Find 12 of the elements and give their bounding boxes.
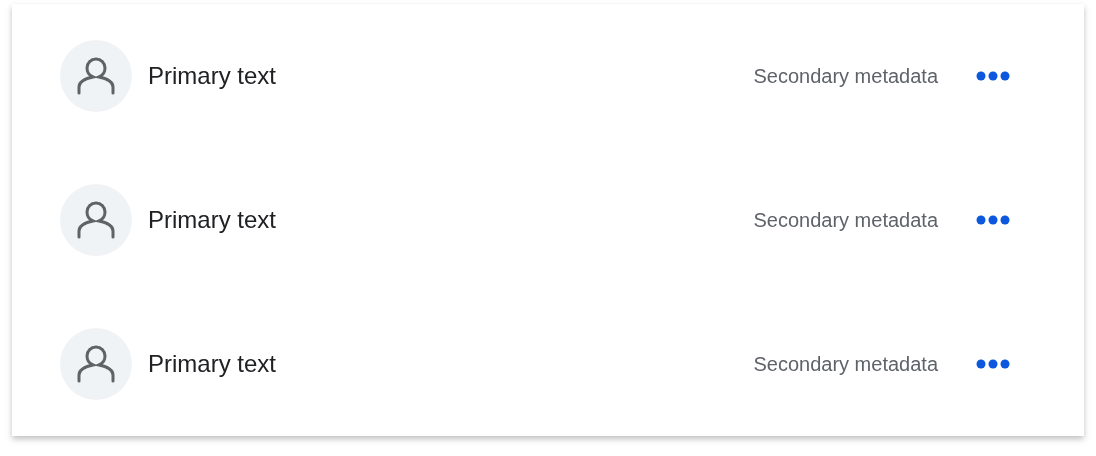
- secondary-text: Secondary metadata: [753, 64, 938, 89]
- more-icon: [976, 359, 1010, 369]
- more-icon: [976, 71, 1010, 81]
- primary-text: Primary text: [148, 205, 276, 235]
- primary-text: Primary text: [148, 61, 276, 91]
- secondary-text: Secondary metadata: [753, 352, 938, 377]
- person-icon: [75, 344, 117, 384]
- more-icon: [976, 215, 1010, 225]
- secondary-text: Secondary metadata: [753, 208, 938, 233]
- person-icon: [75, 200, 117, 240]
- primary-text: Primary text: [148, 349, 276, 379]
- person-icon: [75, 56, 117, 96]
